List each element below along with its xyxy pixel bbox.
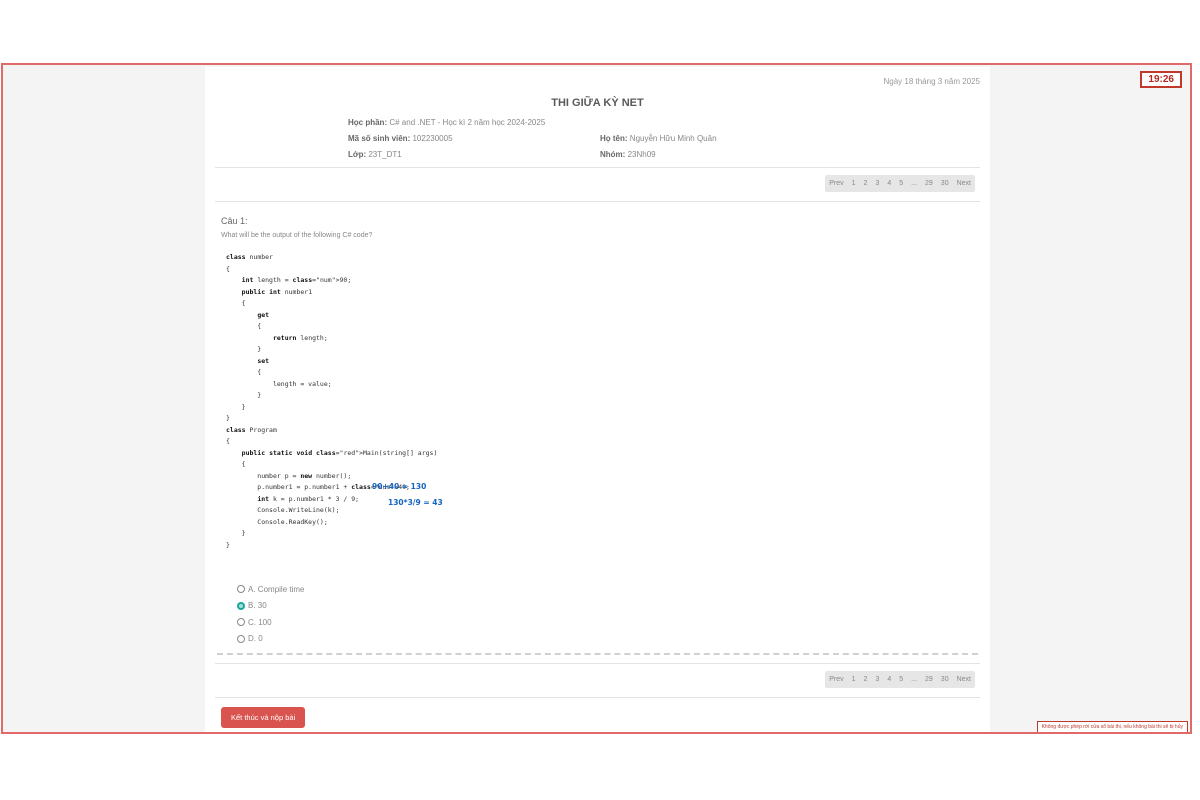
code-line: set (257, 356, 270, 365)
pager-page[interactable]: 2 (860, 671, 872, 688)
code-line: class Program (226, 425, 277, 434)
course-label: Học phần: (348, 118, 388, 127)
pager-page[interactable]: 3 (871, 671, 883, 688)
code-line: { (226, 299, 246, 307)
radio-button-selected[interactable] (237, 601, 245, 610)
exam-frame: 19:26 Ngày 18 tháng 3 năm 2025 THI GIỮA … (1, 63, 1192, 734)
class-value: 23T_DT1 (368, 150, 402, 159)
class-info: Lớp: 23T_DT1 (348, 150, 402, 159)
pager-page[interactable]: 1 (848, 175, 860, 192)
pager-page[interactable]: 4 (883, 175, 895, 192)
pager-page[interactable]: 30 (937, 671, 953, 688)
name-value: Nguyễn Hữu Minh Quân (629, 134, 717, 143)
exam-paper: Ngày 18 tháng 3 năm 2025 THI GIỮA KỲ NET… (205, 67, 990, 732)
code-line: { (226, 264, 230, 273)
option-text: 100 (258, 617, 272, 627)
option-b[interactable]: B. 30 (237, 598, 304, 615)
pager-page[interactable]: 5 (895, 671, 907, 688)
radio-button[interactable] (237, 634, 245, 643)
pager-next[interactable]: Next (953, 671, 975, 688)
code-line: number p = new number(); (226, 471, 352, 480)
footer-divider (215, 663, 980, 664)
code-line: { (226, 368, 262, 376)
pager-prev[interactable]: Prev (825, 175, 847, 192)
class-label: Lớp: (348, 150, 367, 159)
pager-page[interactable]: 30 (937, 175, 953, 192)
handwritten-note: 130*3/9 = 43 (388, 498, 443, 507)
pager-page[interactable]: 4 (883, 671, 895, 688)
code-line: } (226, 402, 246, 411)
warning-notice: Không được phép rời cửa sổ bài thi, nếu … (1036, 721, 1188, 732)
pager-prev[interactable]: Prev (825, 671, 847, 688)
code-line: class number (226, 253, 273, 261)
code-line: } (226, 391, 262, 399)
option-text: 0 (258, 634, 263, 644)
pager-divider (215, 201, 980, 202)
pager-page[interactable]: 3 (871, 175, 883, 192)
option-text: Compile time (257, 584, 305, 594)
option-letter: A. (248, 584, 256, 594)
option-letter: B. (248, 601, 256, 611)
finish-submit-button[interactable]: Kết thúc và nộp bài (221, 707, 306, 728)
name-info: Họ tên: Nguyễn Hữu Minh Quân (600, 134, 717, 143)
pager-next[interactable]: Next (953, 175, 975, 192)
handwritten-note: 90+40 = 130 (372, 482, 427, 491)
code-line: return length; (272, 333, 328, 342)
code-line: int length = class="num">90; (241, 276, 352, 284)
code-line: get (257, 310, 270, 319)
code-line: length = value; (226, 379, 332, 388)
group-info: Nhóm: 23Nh09 (600, 150, 656, 159)
group-value: 23Nh09 (627, 150, 656, 159)
option-a[interactable]: A. Compile time (237, 581, 304, 598)
question-separator (217, 653, 978, 655)
countdown-timer: 19:26 (1140, 71, 1182, 88)
pager-page[interactable]: 29 (921, 671, 937, 688)
answer-options: A. Compile time B. 30 C. 100 D. 0 (237, 581, 304, 647)
option-text: 30 (257, 601, 267, 611)
code-line: public int number1 (241, 287, 313, 296)
code-line: { (226, 322, 262, 330)
option-letter: D. (248, 634, 256, 644)
pager-page[interactable]: 29 (921, 175, 937, 192)
exam-date: Ngày 18 tháng 3 năm 2025 (883, 77, 980, 86)
code-line: public static void class="red">Main(stri… (241, 448, 438, 457)
group-label: Nhóm: (600, 150, 626, 159)
course-value: C# and .NET - Học kì 2 năm học 2024-2025 (389, 118, 546, 127)
pager-page[interactable]: 5 (895, 175, 907, 192)
pagination-bottom: Prev 1 2 3 4 5 ... 29 30 Next (825, 671, 975, 688)
footer-divider-2 (215, 697, 980, 698)
pager-ellipsis: ... (911, 676, 917, 683)
option-c[interactable]: C. 100 (237, 614, 304, 631)
option-d[interactable]: D. 0 (237, 631, 304, 648)
radio-button[interactable] (237, 618, 245, 627)
exam-title: THI GIỮA KỲ NET (551, 97, 644, 109)
code-line: } (226, 540, 230, 549)
question-text: What will be the output of the following… (221, 232, 373, 239)
code-line: } (226, 345, 262, 353)
radio-button[interactable] (237, 585, 245, 594)
code-line: { (226, 437, 230, 445)
course-info: Học phần: C# and .NET - Học kì 2 năm học… (348, 118, 545, 127)
name-label: Họ tên: (600, 134, 628, 143)
question-title: Câu 1: (221, 216, 248, 226)
code-line: } (226, 414, 230, 422)
pager-ellipsis: ... (911, 180, 917, 187)
student-id-info: Mã số sinh viên: 102230005 (348, 134, 453, 143)
student-id-label: Mã số sinh viên: (348, 134, 411, 143)
header-divider (215, 167, 980, 168)
code-line: Console.ReadKey(); (226, 517, 328, 526)
student-id-value: 102230005 (412, 134, 453, 143)
option-letter: C. (248, 617, 256, 627)
code-line: { (226, 460, 246, 468)
pager-page[interactable]: 2 (860, 175, 872, 192)
pager-page[interactable]: 1 (848, 671, 860, 688)
code-line: } (226, 529, 246, 537)
pagination-top: Prev 1 2 3 4 5 ... 29 30 Next (825, 175, 975, 192)
